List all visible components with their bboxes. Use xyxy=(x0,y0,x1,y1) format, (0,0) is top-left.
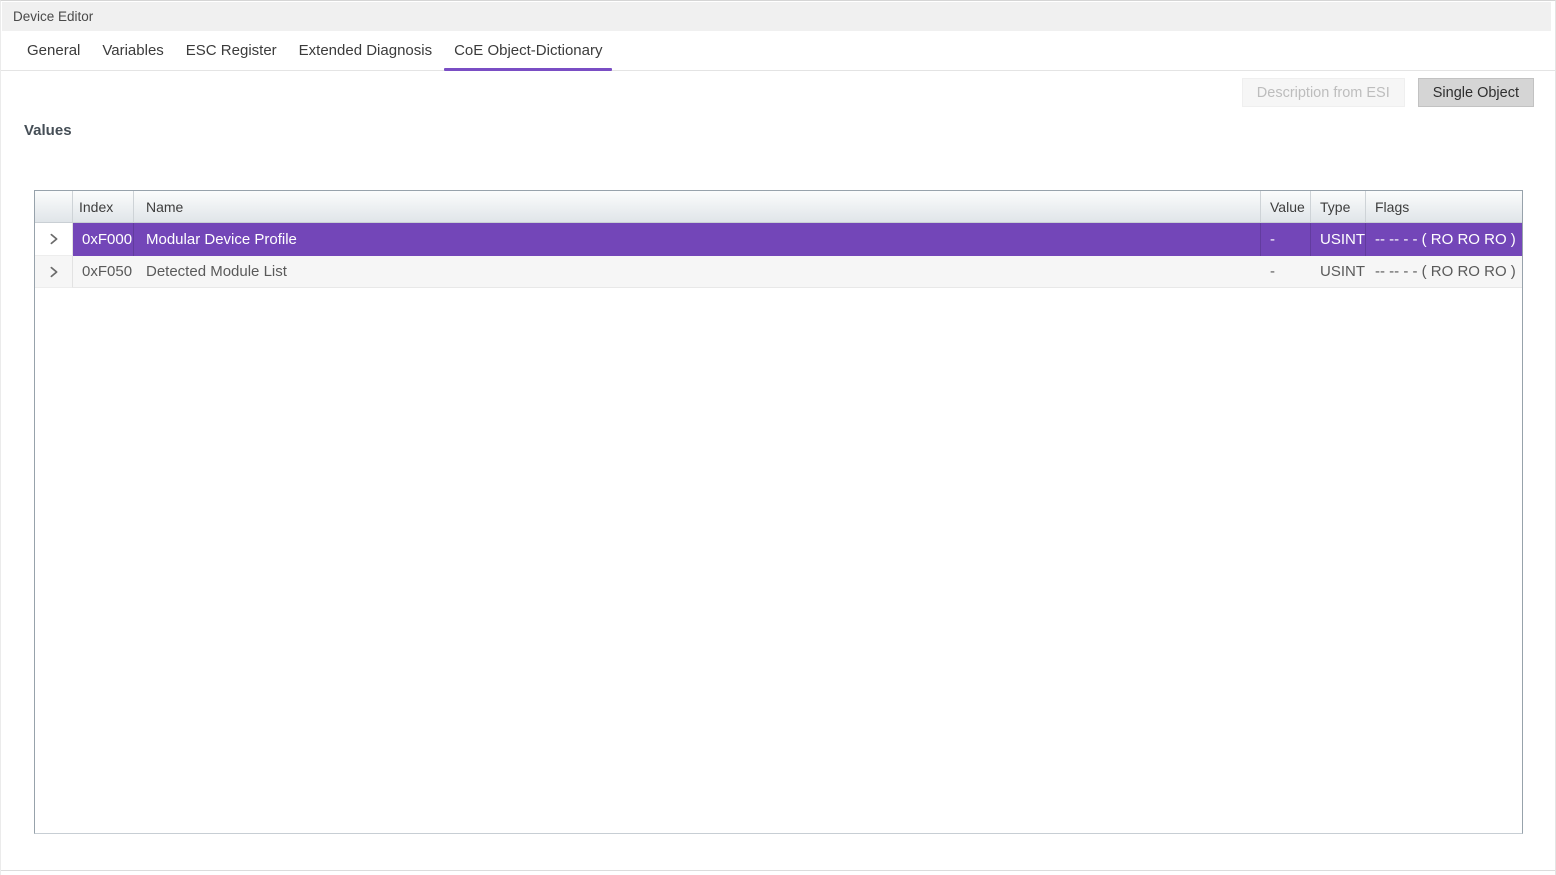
table-row-0xF000[interactable]: 0xF000 Modular Device Profile - USINT --… xyxy=(35,223,1522,256)
expand-row-button[interactable] xyxy=(35,223,73,256)
tab-label: ESC Register xyxy=(185,42,277,59)
object-dictionary-table: Index Name Value Type Flags 0xF000 Modul… xyxy=(34,190,1523,834)
tab-coe-object-dictionary[interactable]: CoE Object-Dictionary xyxy=(443,31,613,71)
header-flags[interactable]: Flags xyxy=(1366,191,1522,222)
expand-row-button[interactable] xyxy=(35,256,73,288)
cell-index: 0xF050 xyxy=(73,256,134,288)
window-titlebar: Device Editor xyxy=(2,2,1551,31)
cell-type: USINT xyxy=(1311,223,1366,256)
device-editor-window: Device Editor General Variables ESC Regi… xyxy=(0,0,1556,875)
cell-index: 0xF000 xyxy=(73,223,134,256)
chevron-right-icon xyxy=(50,233,57,245)
toolbar: Description from ESI Single Object xyxy=(1241,78,1534,107)
tab-label: Extended Diagnosis xyxy=(298,42,433,59)
window-title: Device Editor xyxy=(13,9,94,24)
table-row-0xF050[interactable]: 0xF050 Detected Module List - USINT -- -… xyxy=(35,256,1522,288)
tab-label: Variables xyxy=(102,42,164,59)
cell-flags: -- -- - - ( RO RO RO ) xyxy=(1366,223,1522,256)
tab-variables[interactable]: Variables xyxy=(91,31,174,70)
header-value[interactable]: Value xyxy=(1261,191,1311,222)
cell-name: Modular Device Profile xyxy=(134,223,1261,256)
header-expander-column xyxy=(35,191,73,222)
cell-name: Detected Module List xyxy=(134,256,1261,288)
tab-bar: General Variables ESC Register Extended … xyxy=(1,31,1555,71)
values-section-label: Values xyxy=(24,122,72,139)
tab-general[interactable]: General xyxy=(16,31,91,70)
single-object-button[interactable]: Single Object xyxy=(1417,78,1534,107)
tab-esc-register[interactable]: ESC Register xyxy=(175,31,288,70)
description-from-esi-button[interactable]: Description from ESI xyxy=(1241,78,1405,107)
cell-type: USINT xyxy=(1311,256,1366,288)
tab-label: General xyxy=(27,42,81,59)
cell-flags: -- -- - - ( RO RO RO ) xyxy=(1366,256,1522,288)
table-header-row: Index Name Value Type Flags xyxy=(35,191,1522,223)
tab-extended-diagnosis[interactable]: Extended Diagnosis xyxy=(288,31,443,70)
header-index[interactable]: Index xyxy=(73,191,134,222)
header-name[interactable]: Name xyxy=(134,191,1261,222)
cell-value: - xyxy=(1261,256,1311,288)
chevron-right-icon xyxy=(50,266,57,277)
header-type[interactable]: Type xyxy=(1311,191,1366,222)
window-bottom-border xyxy=(1,870,1555,871)
tab-label: CoE Object-Dictionary xyxy=(454,42,603,59)
cell-value: - xyxy=(1261,223,1311,256)
